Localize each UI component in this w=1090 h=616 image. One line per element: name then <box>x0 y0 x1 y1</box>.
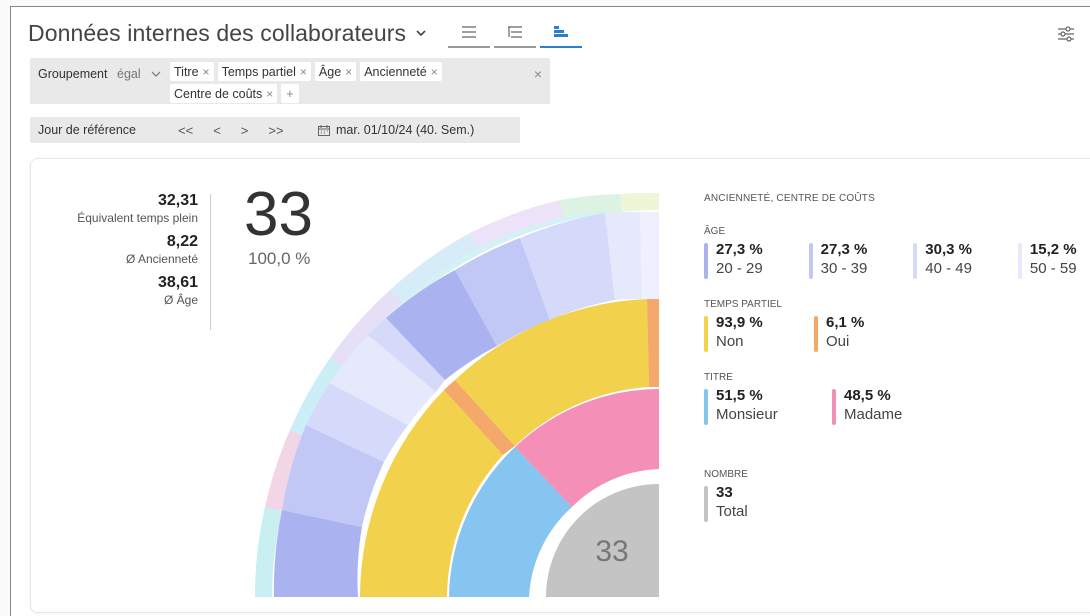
clear-filter-button[interactable]: × <box>534 66 542 82</box>
sunburst-chart: 33 <box>254 192 659 597</box>
settings-sliders-icon[interactable] <box>1056 24 1076 44</box>
divider <box>210 194 211 330</box>
center-label: 33 <box>595 535 628 568</box>
chevron-down-icon[interactable] <box>150 69 162 79</box>
chevron-down-icon[interactable] <box>416 28 426 38</box>
next-button[interactable]: > <box>241 123 249 138</box>
legend-group-title: NOMBRE <box>704 469 748 480</box>
close-icon[interactable]: × <box>203 65 210 79</box>
tree-view-icon[interactable] <box>494 18 537 48</box>
legend-group-title: TITRE <box>704 372 733 383</box>
kpi-stats: 32,31 Équivalent temps plein 8,22 Ø Anci… <box>60 192 198 315</box>
date-navigation: << < > >> <box>178 123 318 138</box>
legend-item[interactable]: 51,5 % Monsieur <box>704 387 818 425</box>
close-icon[interactable]: × <box>266 87 273 101</box>
legend-row-part-time: 93,9 % Non 6,1 % Oui <box>704 314 1084 352</box>
chip-centre-de-couts[interactable]: Centre de coûts × <box>170 84 278 103</box>
legend-item[interactable]: 93,9 % Non <box>704 314 800 352</box>
stat-age: 38,61 Ø Âge <box>157 274 198 307</box>
age-segment[interactable] <box>640 211 659 299</box>
date-value: mar. 01/10/24 (40. Sem.) <box>336 123 475 137</box>
stat-seniority: 8,22 Ø Ancienneté <box>125 233 198 266</box>
header: Données internes des collaborateurs <box>28 18 583 48</box>
date-picker[interactable]: mar. 01/10/24 (40. Sem.) <box>318 123 474 137</box>
chip-titre[interactable]: Titre × <box>170 62 214 81</box>
chip-temps-partiel[interactable]: Temps partiel × <box>217 62 311 81</box>
chip-anciennete[interactable]: Ancienneté × <box>360 62 442 81</box>
last-page-button[interactable]: >> <box>268 123 283 138</box>
legend-group-title: ÂGE <box>704 226 726 237</box>
view-switcher <box>448 18 583 48</box>
reference-date-bar: Jour de référence << < > >> mar. 01/10/2… <box>30 117 520 143</box>
first-page-button[interactable]: << <box>178 123 193 138</box>
legend-item[interactable]: 30,3 % 40 - 49 <box>913 241 1004 279</box>
close-icon[interactable]: × <box>345 65 352 79</box>
legend-item[interactable]: 27,3 % 30 - 39 <box>808 241 900 279</box>
grouping-label: Groupement <box>38 67 108 81</box>
add-chip-button[interactable]: + <box>281 84 299 103</box>
operator-select[interactable]: égal <box>117 67 141 81</box>
legend-group-title: TEMPS PARTIEL <box>704 299 782 310</box>
legend-row-count: 33 Total <box>704 484 1084 522</box>
oui-segment[interactable] <box>647 298 659 387</box>
grouping-filter: Groupement égal Titre × Temps partiel × Âg… <box>30 58 550 104</box>
chip-age[interactable]: Âge × <box>314 62 357 81</box>
ring-segment[interactable] <box>620 192 659 211</box>
page-title: Données internes des collaborateurs <box>28 19 407 46</box>
prev-button[interactable]: < <box>213 123 221 138</box>
legend-item[interactable]: 48,5 % Madame <box>832 387 902 425</box>
legend-item[interactable]: 6,1 % Oui <box>814 314 864 352</box>
legend: ANCIENNETÉ, CENTRE DE COÛTS ÂGE 27,3 % 20… <box>704 193 1084 522</box>
legend-item[interactable]: 15,2 % 50 - 59 <box>1017 241 1084 279</box>
close-icon[interactable]: × <box>300 65 307 79</box>
legend-item[interactable]: 27,3 % 20 - 29 <box>704 241 795 279</box>
reference-date-label: Jour de référence <box>38 123 136 137</box>
chart-view-icon[interactable] <box>540 18 583 48</box>
grouping-chips: Titre × Temps partiel × Âge × Ancienneté × C… <box>170 62 530 103</box>
legend-row-age: 27,3 % 20 - 29 27,3 % 30 - 39 30,3 % 40 - 4… <box>704 241 1084 279</box>
close-icon[interactable]: × <box>431 65 438 79</box>
legend-item[interactable]: 33 Total <box>704 484 748 522</box>
stat-fte: 32,31 Équivalent temps plein <box>77 192 198 225</box>
list-view-icon[interactable] <box>448 18 491 48</box>
calendar-icon <box>318 124 330 136</box>
legend-title: ANCIENNETÉ, CENTRE DE COÛTS <box>704 193 875 204</box>
legend-row-title: 51,5 % Monsieur 48,5 % Madame <box>704 387 1084 425</box>
